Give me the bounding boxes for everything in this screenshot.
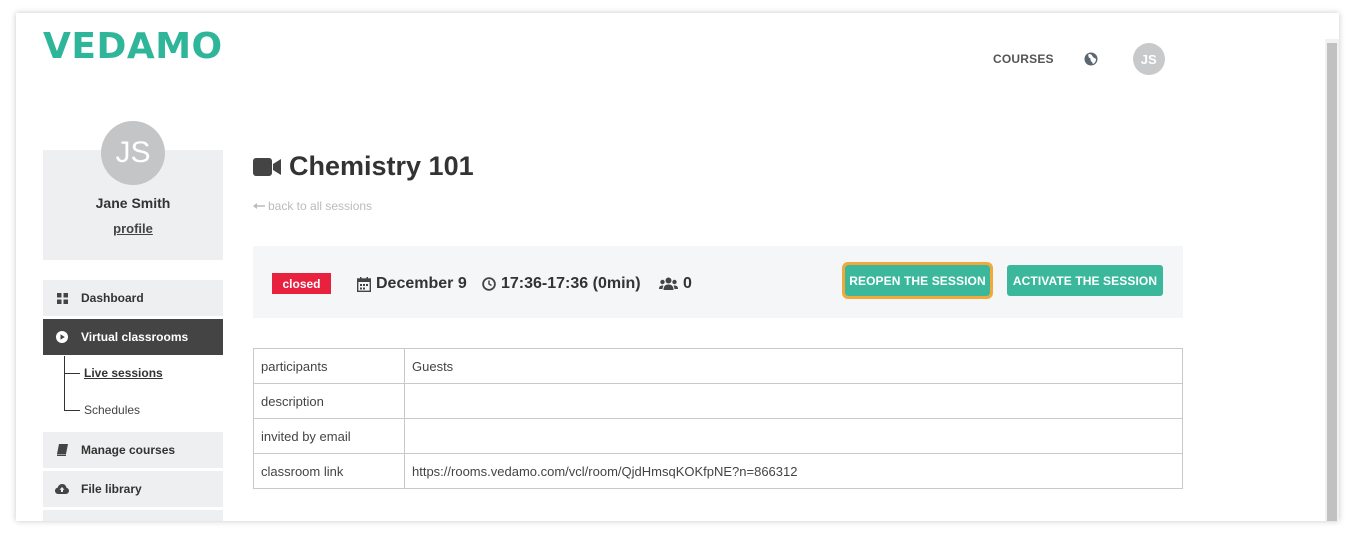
profile-link[interactable]: profile [43, 221, 223, 236]
detail-value [404, 383, 1183, 419]
session-date: December 9 [357, 273, 467, 295]
browser-viewport: VEDAMO COURSES JS JS Jane Smith profile … [16, 13, 1339, 521]
session-info-bar: closed December 9 17:36-17:36 (0min) 0 R… [253, 246, 1183, 318]
sidebar-item-manage-courses[interactable]: Manage courses [43, 432, 223, 468]
table-row: description [253, 383, 1183, 419]
detail-key: description [253, 383, 405, 419]
tree-line [64, 356, 65, 411]
table-row: invited by email [253, 418, 1183, 454]
session-date-text: December 9 [376, 275, 467, 292]
table-row: classroom link https://rooms.vedamo.com/… [253, 453, 1183, 489]
detail-key: participants [253, 348, 405, 384]
participants-count: 0 [683, 275, 692, 292]
tree-branch [64, 410, 80, 411]
sidebar-item-label: File library [81, 482, 142, 496]
sidebar-item-dashboard[interactable]: Dashboard [43, 280, 223, 316]
nav-courses-link[interactable]: COURSES [993, 52, 1054, 66]
video-camera-icon [253, 157, 281, 177]
session-time: 17:36-17:36 (0min) [482, 273, 641, 295]
sidebar-item-label: Virtual classrooms [81, 330, 189, 344]
table-row: participants Guests [253, 348, 1183, 384]
sidebar-item-label: Manage courses [81, 443, 176, 457]
profile-avatar: JS [101, 121, 165, 185]
scrollbar-thumb[interactable] [1327, 43, 1337, 521]
calendar-icon [357, 276, 371, 292]
session-details-table: participants Guests description invited … [253, 348, 1183, 489]
detail-value: Guests [404, 348, 1183, 384]
page-title: Chemistry 101 [253, 151, 474, 182]
sidebar-item-partial[interactable] [43, 510, 223, 521]
cloud-upload-icon [43, 484, 81, 494]
session-time-text: 17:36-17:36 (0min) [501, 275, 641, 292]
logo-text: VEDAMO [43, 26, 223, 67]
clock-icon [482, 277, 496, 291]
tree-branch [64, 373, 80, 374]
detail-value [404, 418, 1183, 454]
grid-icon [43, 292, 81, 304]
sidebar-subitem-live-sessions[interactable]: Live sessions [84, 366, 163, 380]
arrow-left-icon [253, 203, 265, 209]
detail-key: classroom link [253, 453, 405, 489]
session-title: Chemistry 101 [289, 151, 474, 181]
vedamo-logo[interactable]: VEDAMO [43, 27, 223, 67]
sidebar-item-label: Dashboard [81, 291, 144, 305]
profile-name: Jane Smith [95, 195, 171, 211]
reopen-session-button[interactable]: REOPEN THE SESSION [842, 262, 993, 299]
book-icon [43, 444, 81, 456]
activate-session-button[interactable]: ACTIVATE THE SESSION [1007, 265, 1163, 296]
status-badge: closed [272, 273, 331, 294]
back-link-label: back to all sessions [268, 199, 373, 213]
session-participants: 0 [659, 273, 692, 295]
play-circle-icon [43, 331, 81, 343]
sidebar-subitem-schedules[interactable]: Schedules [84, 403, 140, 417]
top-navigation: COURSES JS [993, 43, 1165, 75]
detail-key: invited by email [253, 418, 405, 454]
sidebar-item-file-library[interactable]: File library [43, 471, 223, 507]
sidebar-item-virtual-classrooms[interactable]: Virtual classrooms [43, 319, 223, 355]
user-avatar[interactable]: JS [1132, 43, 1165, 75]
classroom-link-value[interactable]: https://rooms.vedamo.com/vcl/room/QjdHms… [404, 453, 1183, 489]
globe-icon[interactable] [1084, 52, 1098, 66]
users-icon [659, 277, 678, 290]
back-link[interactable]: back to all sessions [253, 199, 372, 213]
